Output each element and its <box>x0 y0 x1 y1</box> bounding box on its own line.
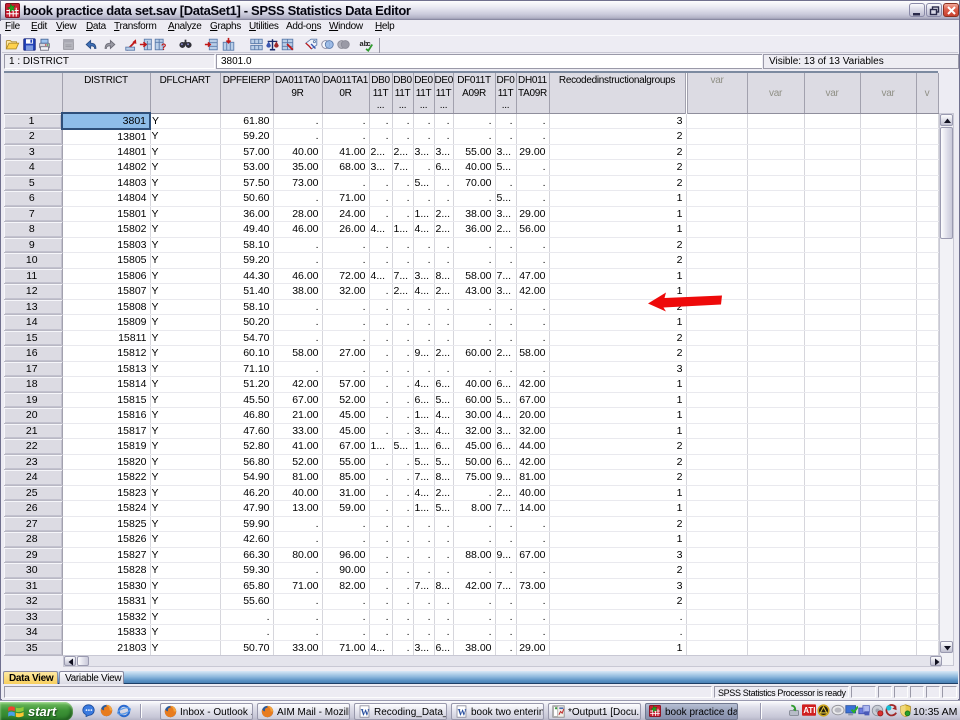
svg-text:W: W <box>458 708 467 718</box>
svg-text:?: ? <box>161 42 166 52</box>
svg-text:W: W <box>361 708 370 718</box>
svg-text:ATI: ATI <box>803 706 815 715</box>
